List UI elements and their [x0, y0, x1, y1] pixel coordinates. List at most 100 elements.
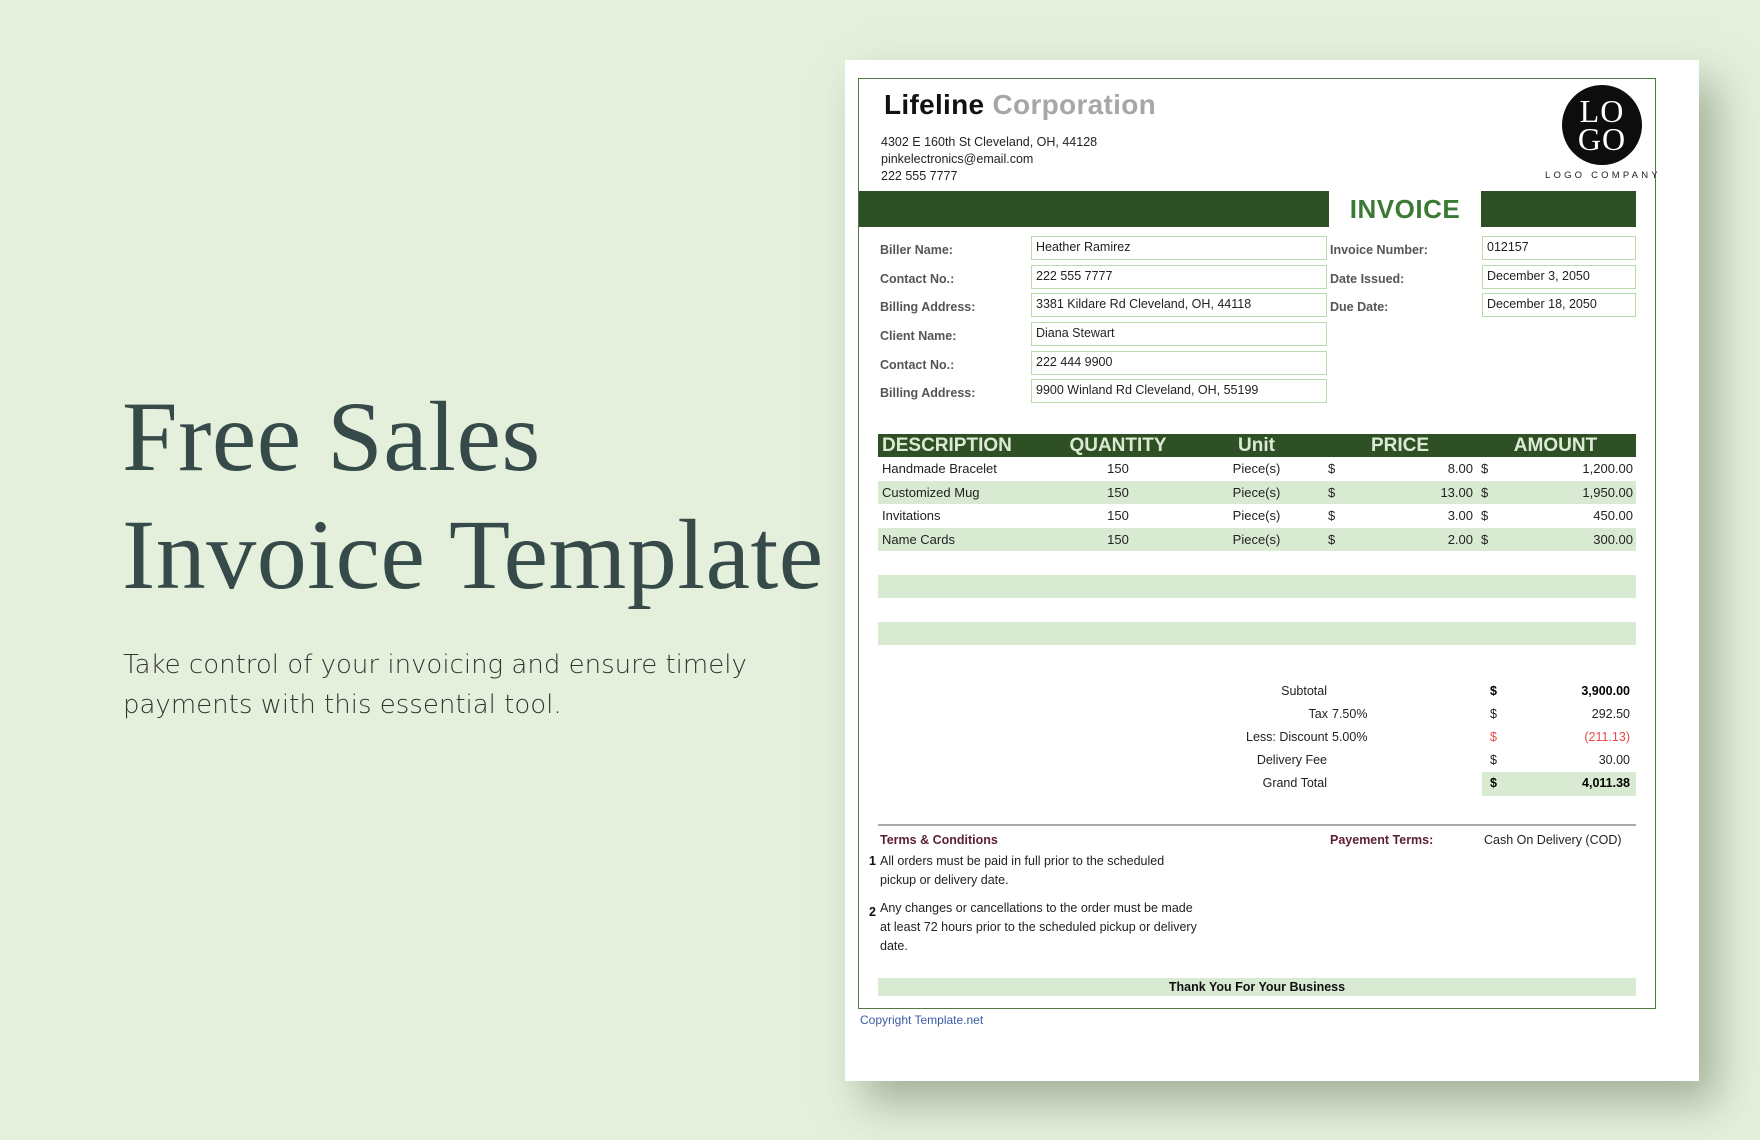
tax-currency: $: [1490, 707, 1497, 721]
price-currency: $: [1328, 531, 1336, 547]
biller-address-label: Billing Address:: [880, 300, 976, 314]
delivery-fee-currency: $: [1490, 753, 1497, 767]
delivery-fee-label: Delivery Fee: [1256, 753, 1327, 767]
invoice-title: INVOICE: [1349, 194, 1461, 224]
client-address-label: Billing Address:: [880, 386, 976, 400]
discount-rate: 5.00%: [1332, 730, 1368, 744]
invoice-number-field[interactable]: 012157: [1482, 236, 1636, 260]
header-bar-left: [859, 191, 1329, 227]
hero-subtitle: Take control of your invoicing and ensur…: [123, 650, 747, 720]
subtotal-currency: $: [1490, 684, 1497, 698]
company-phone: 222 555 7777: [881, 169, 958, 183]
item-quantity[interactable]: 150: [1048, 457, 1188, 481]
table-row: Customized Mug 150 Piece(s) $ 13.00 $ 1,…: [878, 480, 1636, 505]
price-currency: $: [1328, 484, 1336, 500]
grand-total-currency: $: [1490, 776, 1497, 790]
amount-currency: $: [1481, 531, 1489, 547]
subtotal-label: Subtotal: [1281, 684, 1327, 698]
item-price[interactable]: 2.00: [1345, 528, 1475, 552]
delivery-fee-value: 30.00: [1598, 753, 1630, 767]
biller-name-label: Biller Name:: [880, 243, 953, 257]
date-issued-field[interactable]: December 3, 2050: [1482, 265, 1636, 289]
table-row: Handmade Bracelet 150 Piece(s) $ 8.00 $ …: [878, 457, 1636, 481]
item-description[interactable]: Invitations: [878, 504, 1048, 528]
empty-table-row[interactable]: [878, 622, 1636, 645]
company-name-light: Corporation: [992, 89, 1157, 120]
table-row: Name Cards 150 Piece(s) $ 2.00 $ 300.00: [878, 527, 1636, 552]
price-currency: $: [1328, 461, 1336, 476]
item-unit[interactable]: Piece(s): [1188, 528, 1325, 552]
hero-title-line-1: Free Sales: [122, 381, 541, 492]
items-table-header: DESCRIPTION QUANTITY Unit PRICE AMOUNT: [878, 434, 1636, 457]
item-description[interactable]: Customized Mug: [878, 481, 1048, 505]
header-unit: Unit: [1238, 435, 1275, 456]
company-name: Lifeline Corporation: [884, 89, 1156, 121]
hero-title: Free Sales Invoice Template: [122, 378, 824, 614]
item-unit[interactable]: Piece(s): [1188, 481, 1325, 505]
item-unit[interactable]: Piece(s): [1188, 457, 1325, 481]
grand-total-value: 4,011.38: [1582, 776, 1630, 790]
payment-terms-label: Payement Terms:: [1330, 833, 1434, 847]
table-row: Invitations 150 Piece(s) $ 3.00 $ 450.00: [878, 504, 1636, 528]
tax-rate: 7.50%: [1332, 707, 1368, 721]
client-contact-label: Contact No.:: [880, 358, 955, 372]
biller-contact-field[interactable]: 222 555 7777: [1031, 265, 1327, 289]
item-quantity[interactable]: 150: [1048, 504, 1188, 528]
company-email: pinkelectronics@email.com: [881, 152, 1034, 166]
invoice-frame: Lifeline Corporation 4302 E 160th St Cle…: [858, 78, 1658, 1009]
items-table: DESCRIPTION QUANTITY Unit PRICE AMOUNT H…: [878, 434, 1636, 551]
tax-label: Tax: [1308, 707, 1328, 721]
invoice-number-label: Invoice Number:: [1330, 243, 1428, 257]
client-name-label: Client Name:: [880, 329, 957, 343]
term-text: Any changes or cancellations to the orde…: [880, 901, 1197, 953]
copyright-link[interactable]: Copyright Template.net: [860, 1013, 983, 1027]
due-date-label: Due Date:: [1330, 300, 1389, 314]
hero-title-line-2: Invoice Template: [122, 499, 824, 610]
item-amount: 1,950.00: [1582, 484, 1633, 500]
thank-you-banner: Thank You For Your Business: [878, 978, 1636, 996]
item-amount: 1,200.00: [1582, 461, 1633, 476]
item-description[interactable]: Name Cards: [878, 528, 1048, 552]
date-issued-label: Date Issued:: [1330, 272, 1405, 286]
payment-terms-value: Cash On Delivery (COD): [1484, 833, 1622, 847]
logo-caption: LOGO COMPANY: [1545, 170, 1661, 181]
header-amount: AMOUNT: [1513, 435, 1598, 456]
item-description[interactable]: Handmade Bracelet: [878, 457, 1048, 481]
discount-value: (211.13): [1584, 730, 1630, 744]
amount-currency: $: [1481, 484, 1489, 500]
term-number: 1: [869, 854, 876, 868]
amount-currency: $: [1481, 461, 1489, 476]
grand-total-label: Grand Total: [1262, 776, 1327, 790]
term-number: 2: [869, 905, 876, 919]
header-description: DESCRIPTION: [882, 435, 1012, 456]
item-quantity[interactable]: 150: [1048, 528, 1188, 552]
discount-currency: $: [1490, 730, 1497, 744]
due-date-field[interactable]: December 18, 2050: [1482, 293, 1636, 317]
empty-table-row[interactable]: [878, 575, 1636, 598]
terms-heading: Terms & Conditions: [880, 833, 998, 847]
price-currency: $: [1328, 508, 1336, 523]
biller-address-field[interactable]: 3381 Kildare Rd Cleveland, OH, 44118: [1031, 293, 1327, 317]
logo-text-line-2: GO: [1577, 121, 1627, 157]
client-address-field[interactable]: 9900 Winland Rd Cleveland, OH, 55199: [1031, 379, 1327, 403]
item-unit[interactable]: Piece(s): [1188, 504, 1325, 528]
item-price[interactable]: 3.00: [1345, 504, 1475, 528]
invoice-document: Lifeline Corporation 4302 E 160th St Cle…: [845, 60, 1699, 1081]
item-amount: 300.00: [1593, 531, 1633, 547]
item-price[interactable]: 13.00: [1345, 481, 1475, 505]
header-quantity: QUANTITY: [1069, 435, 1167, 456]
company-contact: 4302 E 160th St Cleveland, OH, 44128 pin…: [881, 134, 1097, 185]
biller-contact-label: Contact No.:: [880, 272, 955, 286]
term-text: All orders must be paid in full prior to…: [880, 854, 1165, 887]
item-quantity[interactable]: 150: [1048, 481, 1188, 505]
tax-value: 292.50: [1591, 707, 1630, 721]
company-logo: LO GO: [1562, 85, 1642, 165]
header-price: PRICE: [1370, 435, 1430, 456]
item-amount: 450.00: [1593, 508, 1633, 523]
header-bar-right: [1481, 191, 1636, 227]
item-price[interactable]: 8.00: [1345, 457, 1475, 481]
biller-name-field[interactable]: Heather Ramirez: [1031, 236, 1327, 260]
client-name-field[interactable]: Diana Stewart: [1031, 322, 1327, 346]
discount-label: Less: Discount: [1246, 730, 1328, 744]
client-contact-field[interactable]: 222 444 9900: [1031, 351, 1327, 375]
